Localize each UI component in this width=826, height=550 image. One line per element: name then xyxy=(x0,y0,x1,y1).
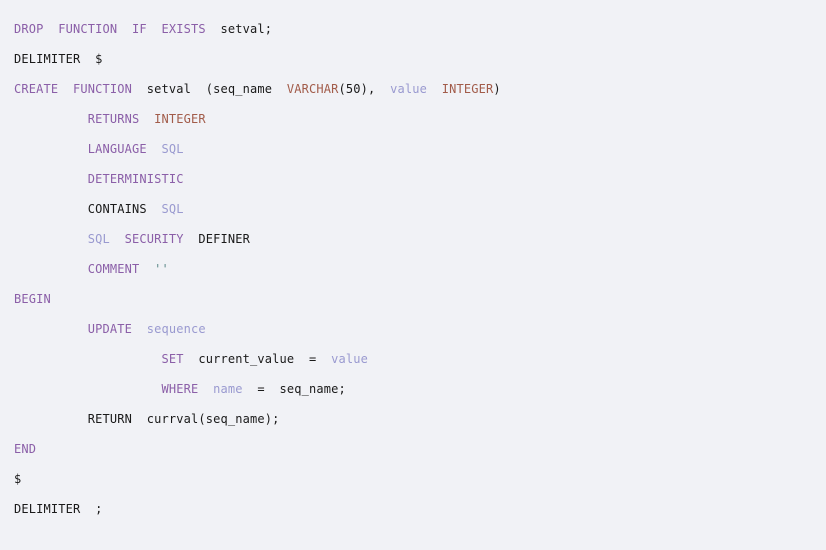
token-identifier: sequence xyxy=(146,322,206,336)
token-plain: setval (seq_name xyxy=(132,82,287,96)
token-plain: = seq_name; xyxy=(242,382,346,396)
token-keyword: EXISTS xyxy=(161,22,206,36)
token-plain: DELIMITER $ xyxy=(14,52,103,66)
token-plain: DELIMITER ; xyxy=(14,502,103,516)
token-identifier: SQL xyxy=(161,142,184,156)
code-line: DELIMITER ; xyxy=(0,494,826,524)
token-plain: setval; xyxy=(205,22,273,36)
token-plain: RETURN currval(seq_name); xyxy=(14,412,280,426)
token-type: VARCHAR xyxy=(286,82,339,96)
token-keyword: IF xyxy=(132,22,147,36)
sql-code-block[interactable]: DROP FUNCTION IF EXISTS setval; DELIMITER… xyxy=(0,14,826,550)
token-keyword: DROP xyxy=(14,22,44,36)
code-line: SET current_value = value xyxy=(0,344,826,374)
code-line: DELIMITER $ xyxy=(0,44,826,74)
code-line: SQL SECURITY DEFINER xyxy=(0,224,826,254)
token-keyword: COMMENT xyxy=(87,262,140,276)
code-line: COMMENT '' xyxy=(0,254,826,284)
code-line: WHERE name = seq_name; xyxy=(0,374,826,404)
token-identifier: value xyxy=(331,352,368,366)
token-plain: DEFINER xyxy=(183,232,250,246)
token-keyword: LANGUAGE xyxy=(87,142,147,156)
token-identifier: value xyxy=(390,82,427,96)
token-plain: (50), xyxy=(338,82,391,96)
code-line: $ xyxy=(0,464,826,494)
token-identifier: SQL xyxy=(87,232,110,246)
token-keyword: END xyxy=(14,442,37,456)
token-keyword: CREATE xyxy=(14,82,59,96)
code-line: LANGUAGE SQL xyxy=(0,134,826,164)
code-line: DETERMINISTIC xyxy=(0,164,826,194)
code-line: DROP FUNCTION IF EXISTS setval; xyxy=(0,14,826,44)
code-line: RETURNS INTEGER xyxy=(0,104,826,134)
token-keyword: DETERMINISTIC xyxy=(87,172,184,186)
token-keyword: FUNCTION xyxy=(73,82,132,96)
token-plain: ) xyxy=(493,82,501,96)
token-type: INTEGER xyxy=(154,112,206,126)
token-keyword: FUNCTION xyxy=(58,22,118,36)
code-line: CONTAINS SQL xyxy=(0,194,826,224)
token-keyword: UPDATE xyxy=(87,322,132,336)
code-line: CREATE FUNCTION setval (seq_name VARCHAR… xyxy=(0,74,826,104)
code-line: END xyxy=(0,434,826,464)
token-plain: $ xyxy=(14,472,22,486)
token-keyword: WHERE xyxy=(161,382,199,396)
token-plain: current_value = xyxy=(183,352,332,366)
token-identifier: name xyxy=(213,382,243,396)
token-keyword: SECURITY xyxy=(124,232,184,246)
token-string: '' xyxy=(154,262,169,276)
token-plain: CONTAINS xyxy=(14,202,162,216)
token-keyword: RETURNS xyxy=(87,112,140,126)
code-line: BEGIN xyxy=(0,284,826,314)
token-identifier: SQL xyxy=(161,202,184,216)
code-line: UPDATE sequence xyxy=(0,314,826,344)
token-keyword: BEGIN xyxy=(14,292,51,306)
token-type: INTEGER xyxy=(441,82,494,96)
token-keyword: SET xyxy=(161,352,184,366)
code-line: RETURN currval(seq_name); xyxy=(0,404,826,434)
